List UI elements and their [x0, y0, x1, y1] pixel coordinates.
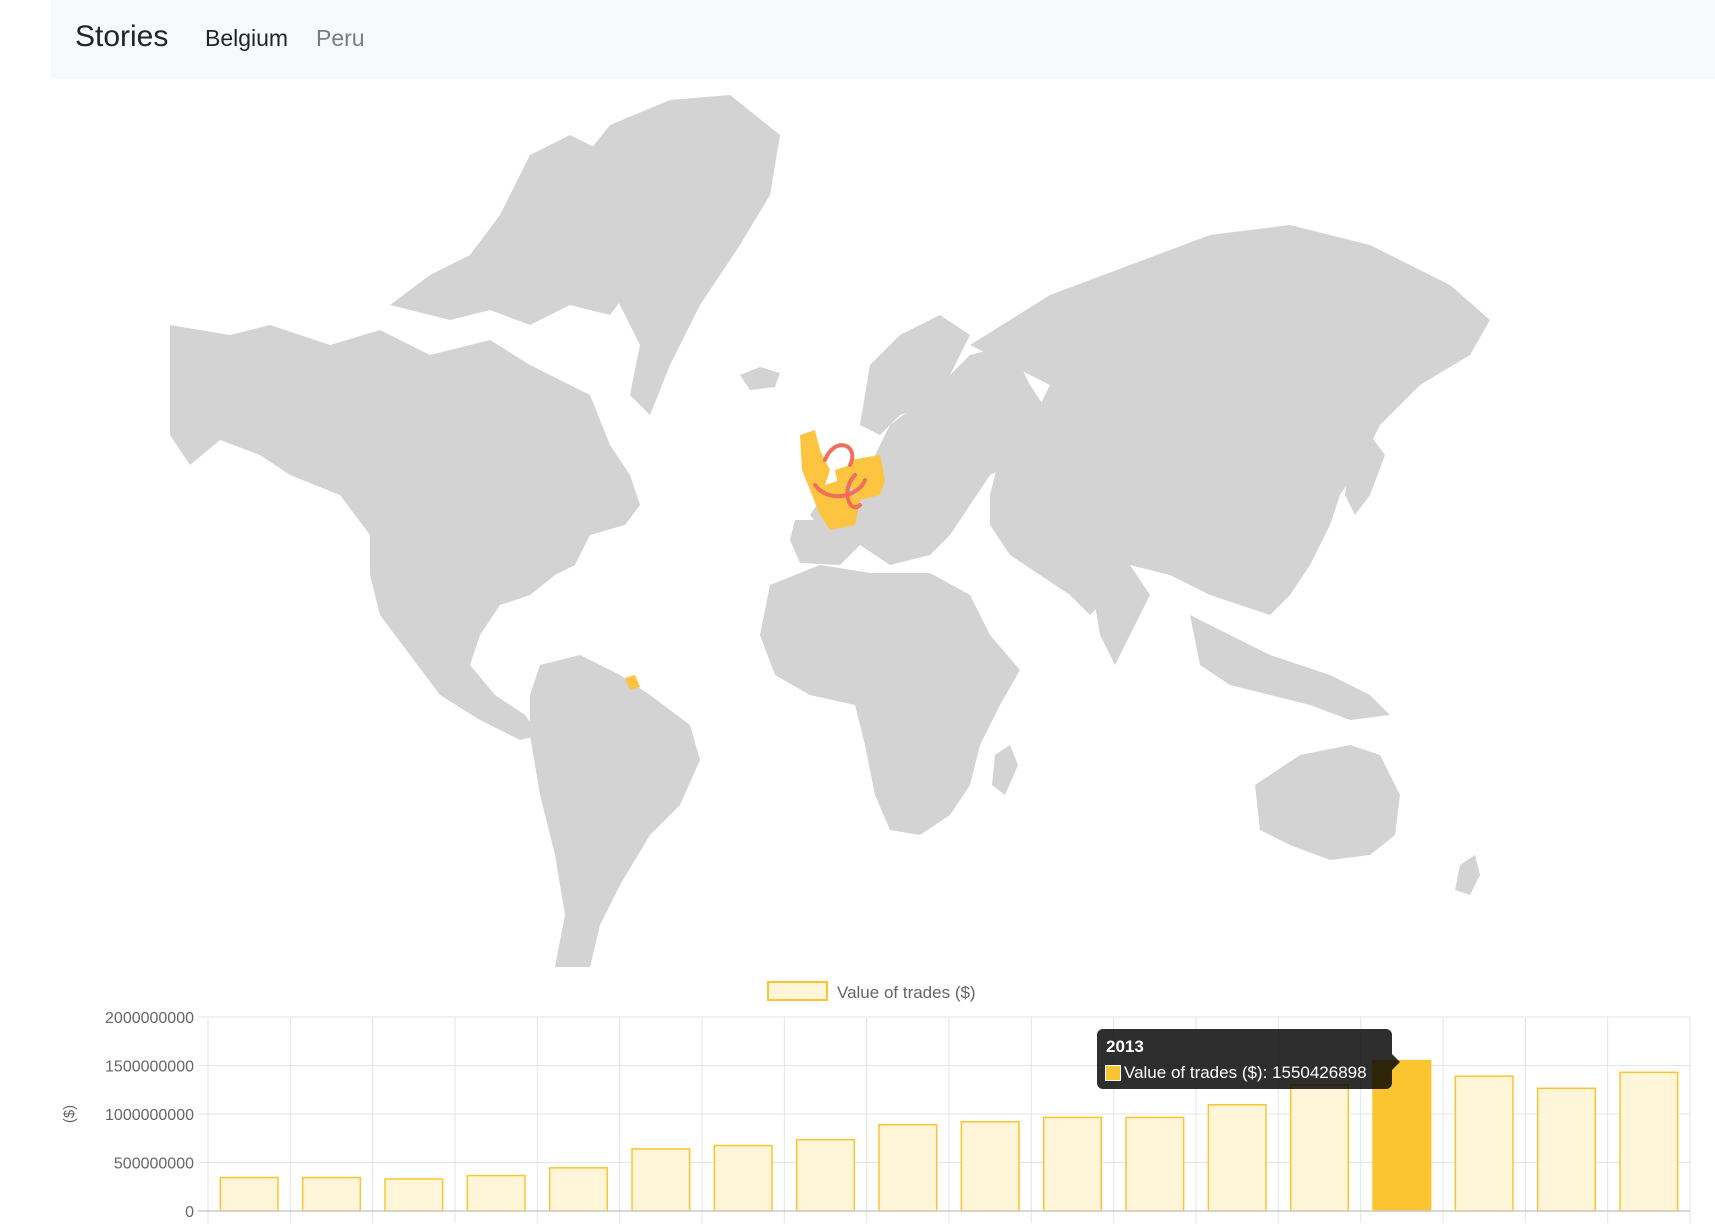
madagascar-land [992, 745, 1018, 795]
tooltip-row: Value of trades ($): 1550426898 [1105, 1063, 1367, 1083]
bar [795, 1138, 856, 1212]
bar [384, 1178, 444, 1212]
iberia-land [790, 520, 860, 565]
bar [1619, 1071, 1679, 1212]
land-masses [170, 95, 1490, 967]
y-tick-label: 0 [185, 1204, 194, 1221]
y-tick-label: 500000000 [114, 1156, 194, 1173]
bar [219, 1176, 279, 1212]
nav-link-belgium[interactable]: Belgium [205, 25, 288, 52]
india-land [1090, 565, 1150, 665]
tooltip-color-swatch [1105, 1065, 1121, 1081]
bar [631, 1148, 691, 1212]
tooltip-label: Value of trades ($): 1550426898 [1124, 1063, 1367, 1082]
navbar: Stories Belgium Peru [51, 0, 1715, 79]
iceland-land [740, 367, 780, 390]
bar [713, 1144, 773, 1212]
y-tick-label: 1000000000 [105, 1107, 194, 1124]
tooltip-title: 2013 [1106, 1037, 1144, 1056]
bar [1454, 1075, 1514, 1212]
nav-link-peru[interactable]: Peru [316, 25, 365, 52]
new-zealand-land [1455, 855, 1480, 895]
bar [548, 1167, 609, 1212]
bar [1207, 1104, 1267, 1212]
bar [1042, 1116, 1103, 1212]
trade-chart[interactable]: Value of trades ($) 0 500000000 1000000000 1… [0, 970, 1715, 1226]
legend-swatch [767, 981, 828, 1001]
arrow-uk-germany [823, 443, 855, 467]
bar-tooltip: 2013 Value of trades ($): 1550426898 [1097, 1029, 1400, 1089]
bar [1536, 1087, 1597, 1212]
se-asia-land [1190, 615, 1390, 720]
brand-link[interactable]: Stories [75, 20, 168, 54]
bar [878, 1123, 938, 1212]
trade-chart-svg: Value of trades ($) 0 500000000 1000000000 1… [61, 981, 1691, 1223]
asia-land [970, 225, 1490, 615]
greenland-land [570, 95, 780, 415]
legend-label: Value of trades ($) [837, 983, 976, 1002]
australia-land [1255, 745, 1400, 860]
y-axis-label: ($) [61, 1105, 78, 1123]
bar [960, 1121, 1020, 1212]
bar [1125, 1116, 1185, 1212]
world-map[interactable] [170, 95, 1630, 967]
south-america-land [530, 655, 700, 967]
world-map-svg [170, 95, 1490, 967]
bar [1289, 1084, 1350, 1212]
y-tick-label: 1500000000 [105, 1059, 194, 1076]
bar [466, 1174, 526, 1212]
africa-land [760, 565, 1020, 835]
y-tick-label: 2000000000 [105, 1010, 194, 1027]
bar [301, 1176, 362, 1212]
